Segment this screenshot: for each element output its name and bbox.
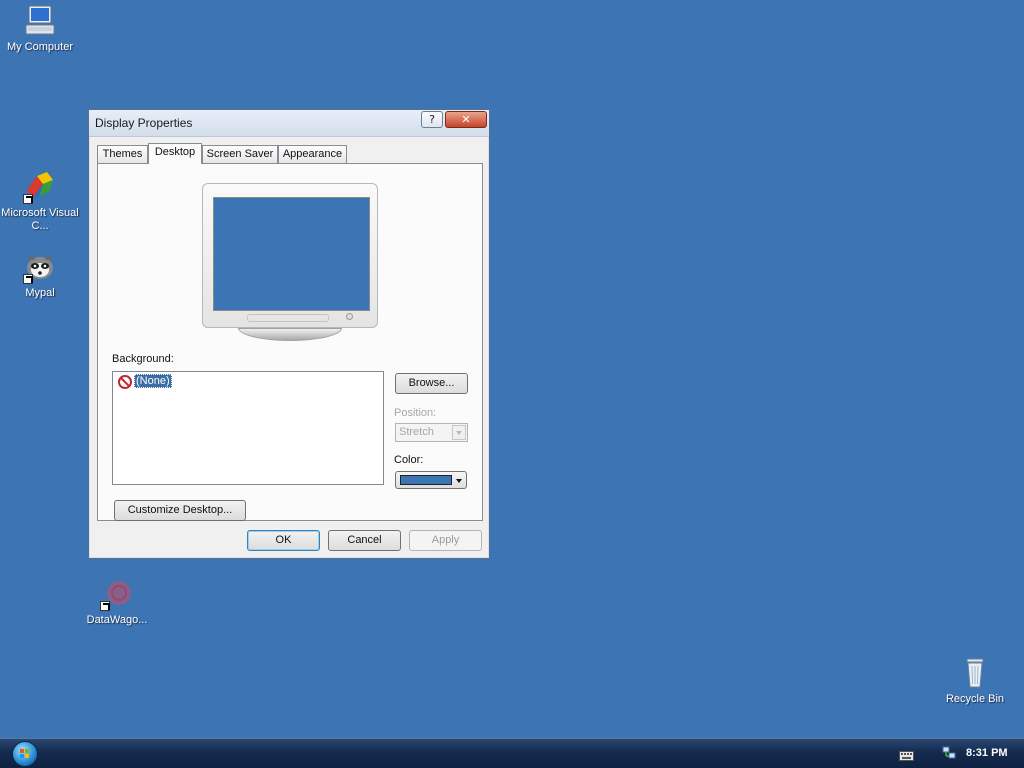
raccoon-icon — [23, 250, 57, 284]
color-swatch — [400, 475, 452, 485]
cancel-button[interactable]: Cancel — [328, 530, 401, 551]
tab-screen-saver[interactable]: Screen Saver — [202, 145, 278, 163]
windows-logo-icon — [20, 749, 30, 759]
apply-button[interactable]: Apply — [409, 530, 482, 551]
datawagon-icon — [100, 577, 134, 611]
window-title: Display Properties — [95, 116, 193, 130]
display-properties-window: Display Properties ? ✕ Themes Desktop Sc… — [88, 109, 490, 559]
recycle-bin-icon — [958, 656, 992, 690]
close-button[interactable]: ✕ — [445, 111, 487, 128]
list-item-label: (None) — [134, 374, 172, 388]
position-dropdown[interactable]: Stretch — [395, 423, 468, 442]
color-label: Color: — [394, 454, 424, 466]
ok-button[interactable]: OK — [247, 530, 320, 551]
chevron-down-icon — [452, 425, 466, 440]
chevron-down-icon — [456, 479, 462, 483]
shortcut-arrow-icon — [23, 274, 33, 284]
background-listbox[interactable]: (None) — [112, 371, 384, 485]
color-picker-button[interactable] — [395, 471, 467, 489]
customize-desktop-button[interactable]: Customize Desktop... — [114, 500, 246, 521]
monitor-screen-preview — [213, 197, 370, 311]
position-value: Stretch — [399, 426, 434, 438]
tab-desktop[interactable]: Desktop — [148, 143, 202, 164]
desktop-icon-mypal[interactable]: Mypal — [0, 250, 80, 300]
desktop-icon-microsoft-visual-c[interactable]: Microsoft Visual C... — [0, 170, 80, 233]
desktop-icon-label: Recycle Bin — [945, 693, 1005, 705]
desktop-icon-my-computer[interactable]: My Computer — [0, 4, 80, 54]
start-button[interactable] — [12, 741, 38, 767]
tab-themes[interactable]: Themes — [97, 145, 148, 163]
desktop-tab-panel: Background: (None) Browse... Position: S… — [97, 163, 483, 521]
network-icon[interactable] — [942, 746, 956, 765]
desktop-icon-recycle-bin[interactable]: Recycle Bin — [935, 656, 1015, 706]
title-bar[interactable]: Display Properties ? ✕ — [89, 110, 489, 137]
monitor-stand — [238, 328, 342, 341]
background-label: Background: — [112, 353, 174, 365]
monitor-power-led — [346, 313, 353, 320]
none-icon — [118, 375, 132, 389]
shortcut-arrow-icon — [23, 194, 33, 204]
help-button[interactable]: ? — [421, 111, 443, 128]
clock[interactable]: 8:31 PM — [966, 747, 1008, 759]
taskbar: 8:31 PM — [0, 738, 1024, 768]
keyboard-icon[interactable] — [899, 748, 914, 766]
position-label: Position: — [394, 407, 437, 419]
shortcut-arrow-icon — [100, 601, 110, 611]
visual-studio-icon — [23, 170, 57, 204]
desktop-icon-datawago[interactable]: DataWago... — [77, 577, 157, 627]
desktop-icon-label: My Computer — [6, 41, 74, 53]
browse-button[interactable]: Browse... — [395, 373, 468, 394]
computer-icon — [23, 4, 57, 38]
desktop-icon-label: DataWago... — [86, 614, 148, 626]
desktop-icon-label: Mypal — [25, 287, 55, 299]
desktop: My Computer Microsoft Visual C... Mypal … — [0, 0, 1024, 768]
monitor-preview — [202, 183, 378, 328]
monitor-button-bar — [247, 314, 329, 322]
tab-appearance[interactable]: Appearance — [278, 145, 347, 163]
desktop-icon-label: Microsoft Visual C... — [1, 207, 79, 232]
